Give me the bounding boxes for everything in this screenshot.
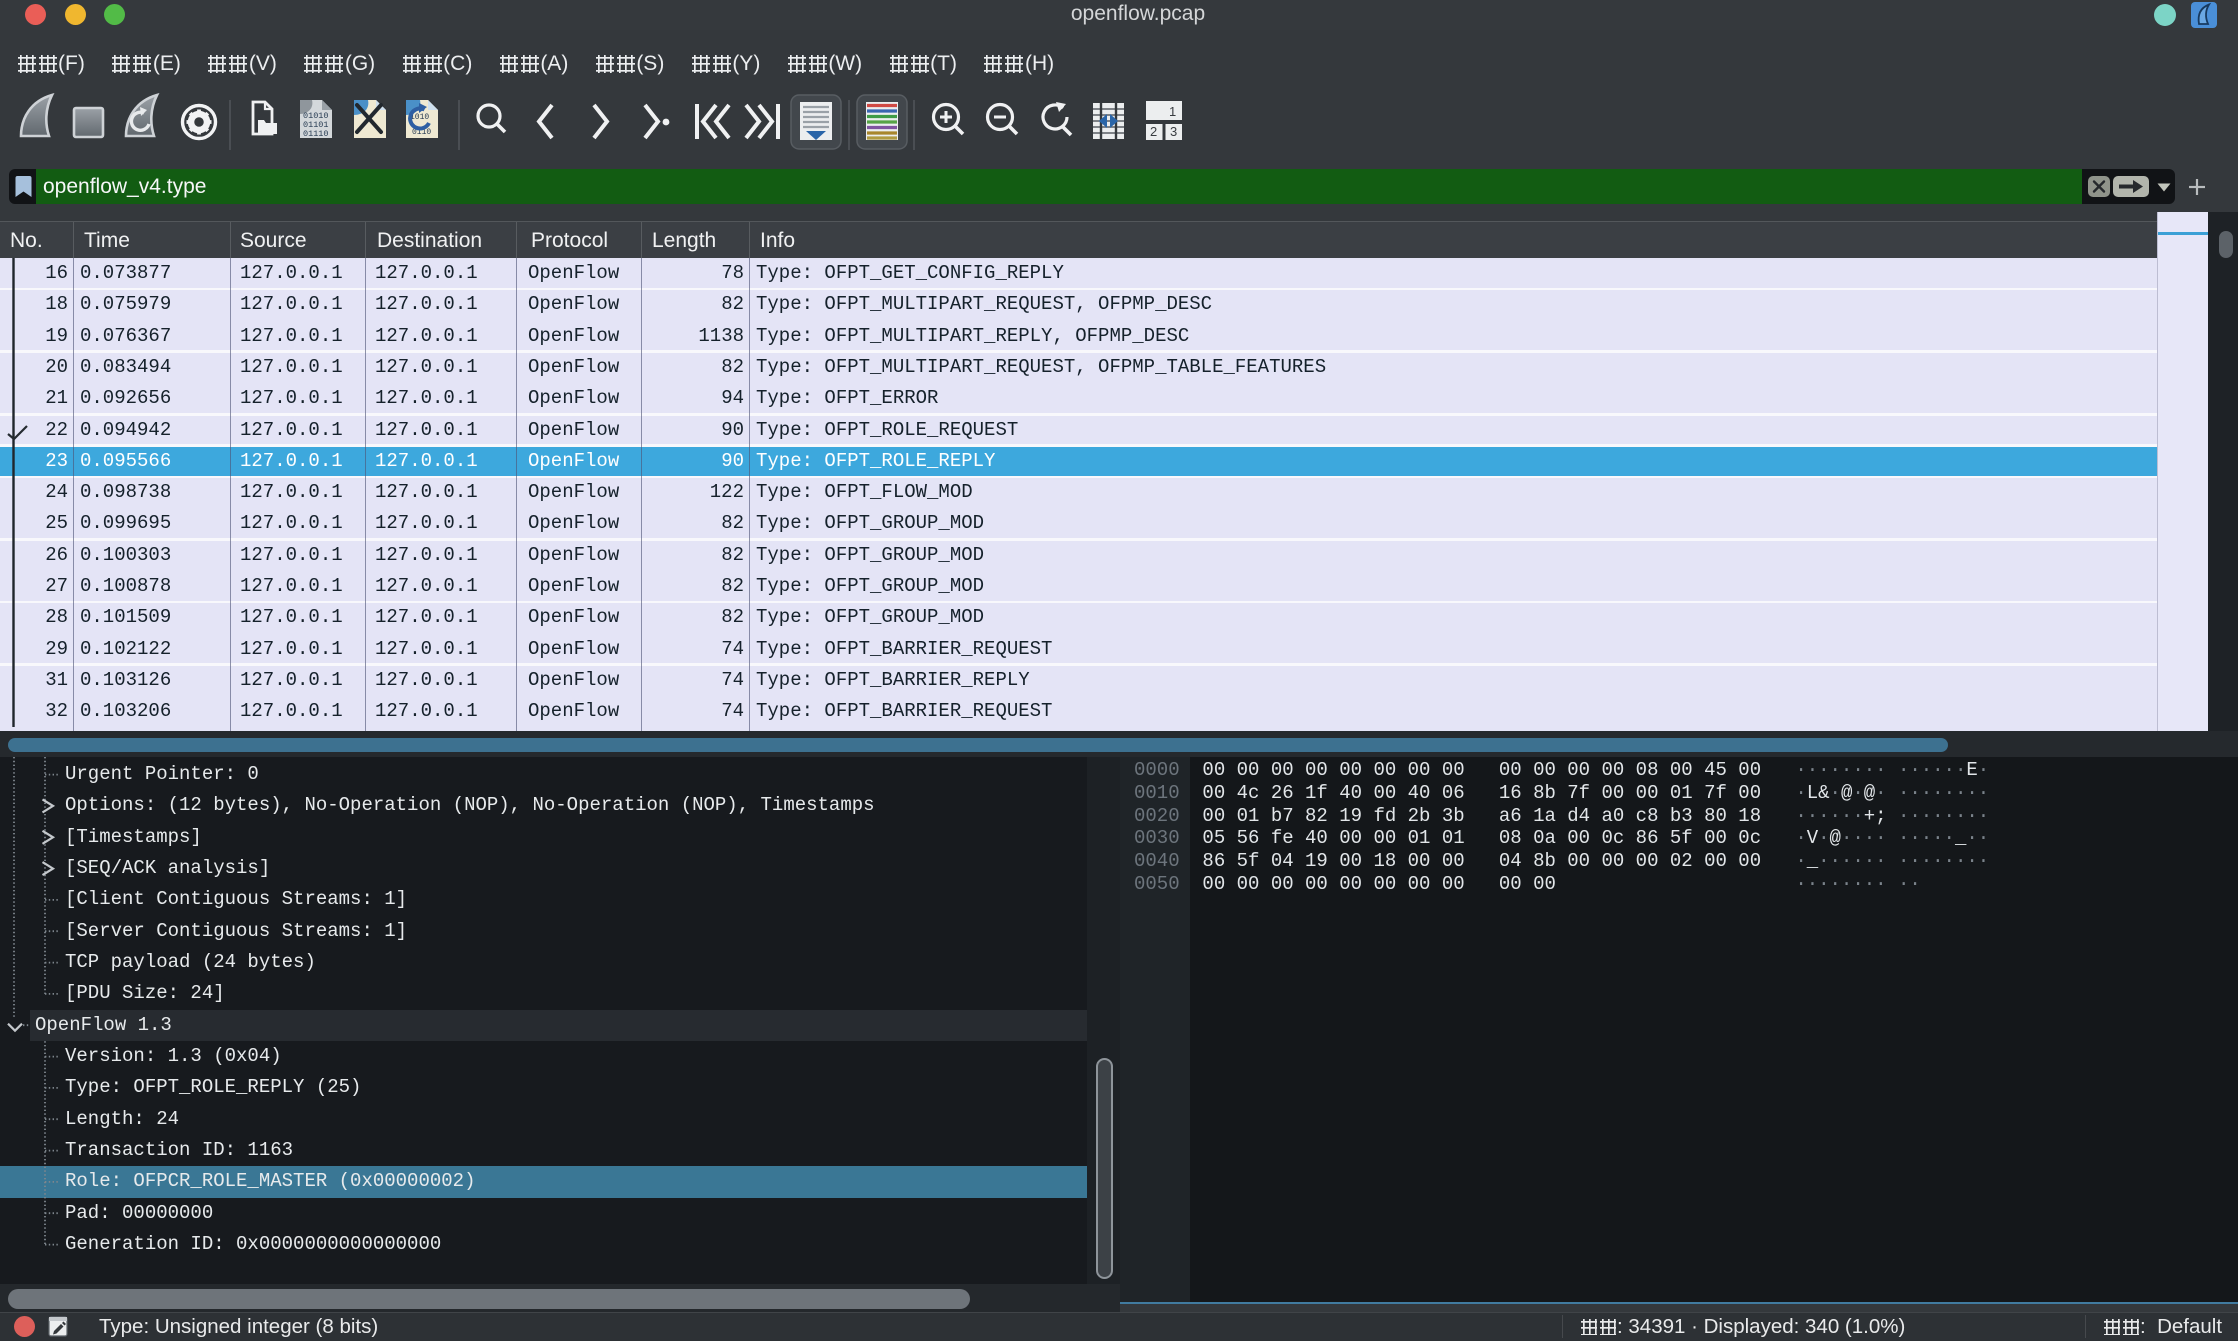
svg-text:3: 3 <box>1170 124 1177 139</box>
svg-text:01110: 01110 <box>303 129 329 139</box>
svg-text:2: 2 <box>1150 124 1157 139</box>
svg-text:1: 1 <box>1169 104 1176 119</box>
